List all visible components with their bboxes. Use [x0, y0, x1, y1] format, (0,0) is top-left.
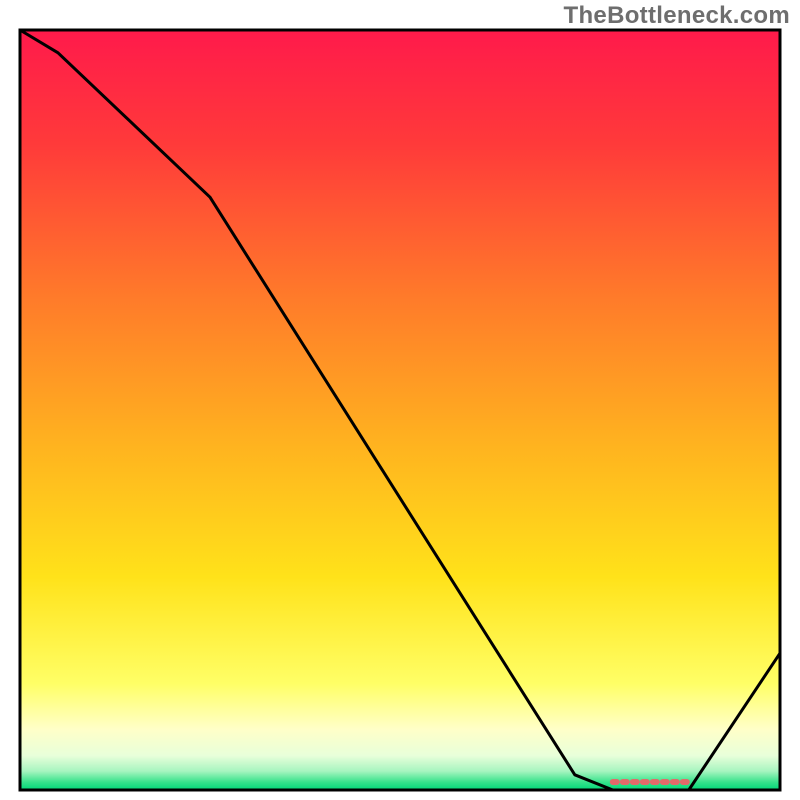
watermark-text: TheBottleneck.com	[564, 2, 790, 30]
gradient-background	[20, 30, 780, 790]
bottleneck-chart	[0, 0, 800, 800]
chart-container: TheBottleneck.com	[0, 0, 800, 800]
